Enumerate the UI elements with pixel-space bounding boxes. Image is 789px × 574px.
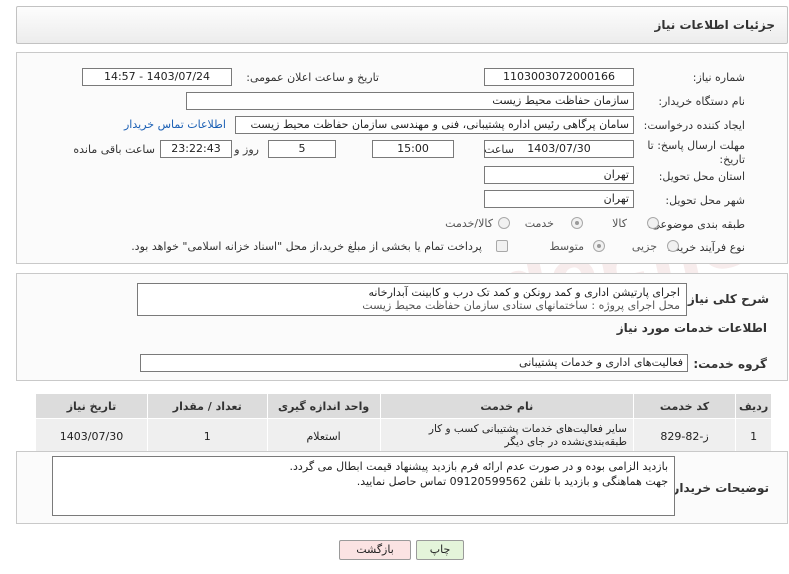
col-service-name: نام خدمت — [379, 393, 634, 419]
deadline-time-label: ساعت — [484, 143, 514, 156]
days-label: روز و — [234, 143, 259, 156]
treasury-checkbox[interactable] — [496, 240, 508, 252]
table-row: 1 ز-82-829 سایر فعالیت‌های خدمات پشتیبان… — [35, 418, 772, 454]
announce-datetime-field[interactable]: 1403/07/24 - 14:57 — [82, 68, 232, 86]
buyer-org-label: نام دستگاه خریدار: — [658, 95, 745, 108]
col-row: ردیف — [735, 393, 772, 419]
summary-label: شرح کلی نیاز: — [683, 292, 769, 306]
process-option-minor: جزیی — [631, 240, 657, 253]
col-need-date: تاریخ نیاز — [35, 393, 148, 419]
summary-line-1: اجرای پارتیشن اداری و کمد رونکن و کمد تک… — [368, 286, 680, 299]
province-label: استان محل تحویل: — [658, 170, 745, 183]
col-unit: واحد اندازه گیری — [266, 393, 381, 419]
buyer-org-field[interactable]: سازمان حفاظت محیط زیست — [186, 92, 634, 110]
process-option-medium: متوسط — [549, 240, 584, 253]
cell-need-date: 1403/07/30 — [35, 418, 148, 454]
category-option-goods: کالا — [612, 217, 627, 230]
services-table: ردیف کد خدمت نام خدمت واحد اندازه گیری ت… — [35, 393, 772, 454]
summary-line-2: محل اجرای پروژه : ساختمانهای ستادی سازما… — [362, 299, 680, 312]
category-option-goods-service: کالا/خدمت — [445, 217, 493, 230]
page-title: جزئیات اطلاعات نیاز — [654, 18, 775, 32]
services-table-header: ردیف کد خدمت نام خدمت واحد اندازه گیری ت… — [35, 393, 772, 419]
requester-field[interactable]: سامان پرگاهی رئیس اداره پشتیبانی، فنی و … — [235, 116, 634, 134]
province-field[interactable]: تهران — [484, 166, 634, 184]
buyer-notes-line-1: بازدید الزامی بوده و در صورت عدم ارائه ف… — [289, 460, 668, 473]
city-field[interactable]: تهران — [484, 190, 634, 208]
treasury-note: پرداخت تمام یا بخشی از مبلغ خرید،از محل … — [131, 240, 482, 253]
process-radio-medium[interactable] — [593, 240, 605, 252]
days-field[interactable]: 5 — [268, 140, 336, 158]
buyer-notes-textarea[interactable]: بازدید الزامی بوده و در صورت عدم ارائه ف… — [52, 456, 675, 516]
buyer-notes-label: توضیحات خریدار: — [667, 481, 769, 495]
cell-unit: استعلام — [266, 418, 381, 454]
summary-textarea[interactable]: اجرای پارتیشن اداری و کمد رونکن و کمد تک… — [137, 283, 687, 316]
deadline-time-field[interactable]: 15:00 — [372, 140, 454, 158]
process-label: نوع فرآیند خرید : — [667, 241, 745, 254]
deadline-label: مهلت ارسال پاسخ: تا تاریخ: — [647, 139, 745, 166]
category-option-service: خدمت — [524, 217, 554, 230]
service-group-label: گروه خدمت: — [693, 357, 767, 371]
requester-label: ایجاد کننده درخواست: — [643, 119, 745, 132]
buyer-notes-line-2: جهت هماهنگی و بازدید با تلفن 09120599562… — [356, 475, 668, 488]
remaining-label: ساعت باقی مانده — [73, 143, 155, 156]
col-quantity: تعداد / مقدار — [147, 393, 268, 419]
print-button[interactable]: چاپ — [416, 540, 464, 560]
buyer-contact-link[interactable]: اطلاعات تماس خریدار — [124, 118, 226, 131]
cell-service-code: ز-82-829 — [632, 418, 737, 454]
page-header: جزئیات اطلاعات نیاز — [16, 6, 788, 44]
category-radio-service[interactable] — [571, 217, 583, 229]
cell-row: 1 — [735, 418, 772, 454]
need-number-label: شماره نیاز: — [692, 71, 745, 84]
process-radio-minor[interactable] — [667, 240, 679, 252]
remaining-time-field[interactable]: 23:22:43 — [160, 140, 232, 158]
services-section-title: اطلاعات خدمات مورد نیاز — [616, 321, 767, 335]
category-radio-goods-service[interactable] — [498, 217, 510, 229]
category-radio-goods[interactable] — [647, 217, 659, 229]
announce-label: تاریخ و ساعت اعلان عمومی: — [246, 71, 379, 84]
city-label: شهر محل تحویل: — [665, 194, 745, 207]
cell-quantity: 1 — [147, 418, 268, 454]
need-number-field[interactable]: 1103003072000166 — [484, 68, 634, 86]
back-button[interactable]: بازگشت — [339, 540, 411, 560]
cell-service-name: سایر فعالیت‌های خدمات پشتیبانی کسب و کار… — [379, 418, 634, 454]
col-service-code: کد خدمت — [632, 393, 737, 419]
category-label: طبقه بندی موضوعی: — [647, 218, 745, 231]
service-group-field[interactable]: فعالیت‌های اداری و خدمات پشتیبانی — [140, 354, 688, 372]
